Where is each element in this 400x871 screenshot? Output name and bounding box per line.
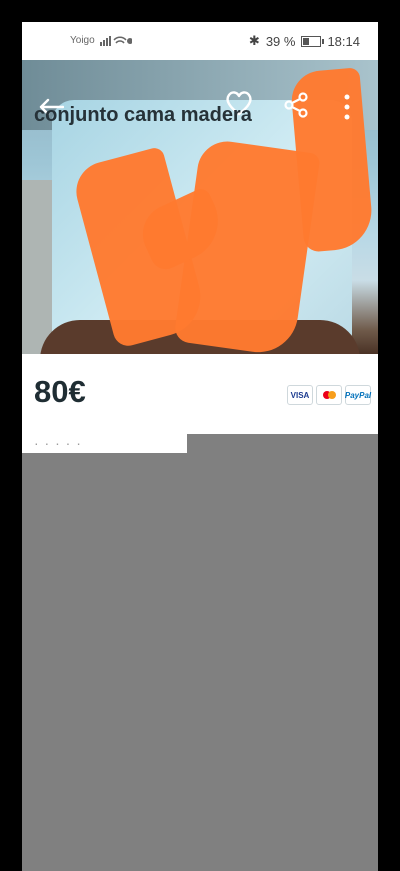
listing-title: conjunto cama madera <box>34 104 252 126</box>
carrier-label: Yoigo <box>70 35 95 46</box>
description-fragment: · · · · · <box>34 435 82 451</box>
battery-percent: 39 % <box>265 33 296 49</box>
visa-badge: VISA <box>287 385 313 405</box>
app-screen: Yoigo ✱ 39 % 18:14 80€ VISA PayPal conju… <box>22 22 378 871</box>
signal-icon <box>100 34 132 46</box>
battery-icon <box>301 35 325 47</box>
price: 80€ <box>34 374 86 409</box>
clock: 18:14 <box>327 33 360 49</box>
share-icon[interactable] <box>283 92 309 122</box>
description-strip: · · · · · <box>22 434 187 453</box>
status-right: ✱ 39 % 18:14 <box>249 33 360 49</box>
paypal-badge: PayPal <box>345 385 371 405</box>
more-vertical-icon[interactable] <box>342 93 352 125</box>
mastercard-badge <box>316 385 342 405</box>
bluetooth-icon: ✱ <box>248 33 260 48</box>
listing-info: 80€ VISA PayPal <box>22 354 378 434</box>
status-bar: Yoigo ✱ 39 % 18:14 <box>22 22 378 60</box>
